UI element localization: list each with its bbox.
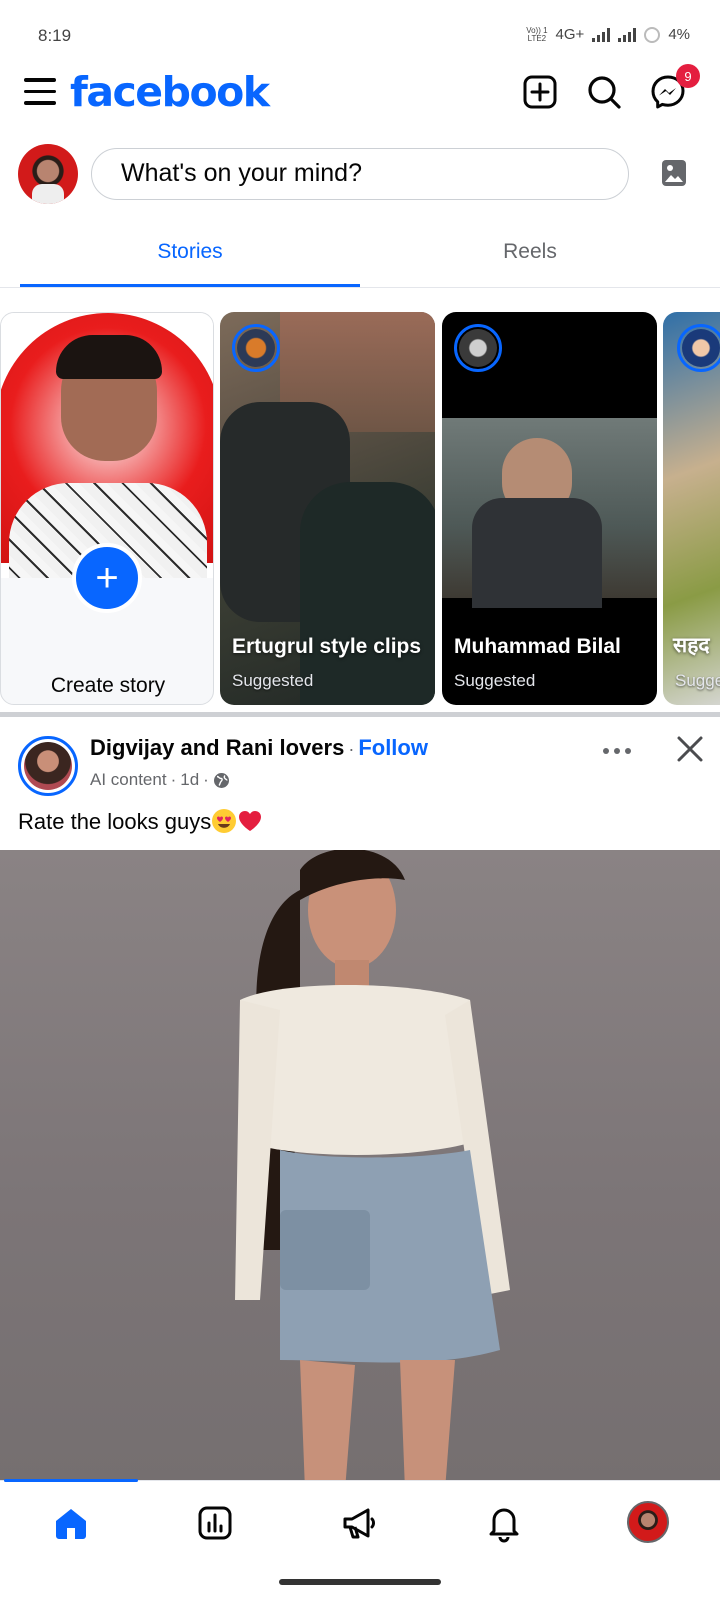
post-time: 1d xyxy=(180,770,200,789)
post-author: Digvijay and Rani lovers · Follow xyxy=(90,735,428,761)
separator: · xyxy=(203,770,209,789)
network-type: 4G+ xyxy=(555,26,585,43)
status-bar: 8:19 Vo)) 1 LTE2 4G+ 4% xyxy=(0,0,720,72)
bell-icon[interactable] xyxy=(484,1503,524,1543)
whats-on-your-mind-input[interactable]: What's on your mind? xyxy=(91,148,629,200)
status-indicators: Vo)) 1 LTE2 4G+ 4% xyxy=(526,26,690,43)
dashboard-icon[interactable] xyxy=(195,1503,235,1543)
story-subtitle: Suggested xyxy=(232,671,314,690)
feed-divider xyxy=(0,712,720,717)
messenger-badge: 9 xyxy=(676,64,700,88)
story-avatar xyxy=(677,324,720,372)
story-avatar xyxy=(454,324,502,372)
add-story-button[interactable]: + xyxy=(72,543,142,613)
page-name[interactable]: Digvijay and Rani lovers xyxy=(90,735,344,760)
post-composer: What's on your mind? xyxy=(0,144,720,204)
status-time: 8:19 xyxy=(38,26,72,45)
separator: · xyxy=(170,770,177,789)
story-subtitle: Sugge xyxy=(675,671,720,690)
home-icon[interactable] xyxy=(51,1503,91,1543)
red-heart-emoji-icon xyxy=(239,811,262,831)
heart-eyes-emoji-icon xyxy=(212,809,237,833)
story-title: Muhammad Bilal xyxy=(454,635,621,658)
story-subtitle: Suggested xyxy=(454,671,536,690)
post-header: Digvijay and Rani lovers · Follow AI conte… xyxy=(0,730,720,800)
bottom-navigation xyxy=(0,1479,720,1564)
post-meta: AI content · 1d · xyxy=(90,770,230,790)
menu-icon[interactable] xyxy=(24,78,56,108)
tab-reels[interactable]: Reels xyxy=(360,240,700,264)
create-story-card[interactable]: + Create story xyxy=(0,312,214,705)
facebook-logo[interactable]: facebook xyxy=(70,68,270,116)
separator: · xyxy=(348,739,355,759)
more-options-icon[interactable] xyxy=(603,744,637,758)
gesture-home-bar[interactable] xyxy=(279,1579,441,1585)
create-story-photo xyxy=(1,313,213,578)
stories-tray: + Create story Ertugrul style clips Sugg… xyxy=(0,312,720,707)
app-header: facebook 9 xyxy=(0,64,720,124)
story-card[interactable]: Muhammad Bilal Suggested xyxy=(442,312,657,705)
messenger-icon[interactable]: 9 xyxy=(648,64,700,112)
create-icon[interactable] xyxy=(520,72,560,112)
feed-tabs: Stories Reels xyxy=(0,228,720,288)
story-avatar xyxy=(232,324,280,372)
profile-avatar[interactable] xyxy=(627,1501,669,1543)
user-avatar[interactable] xyxy=(18,144,78,204)
megaphone-icon[interactable] xyxy=(340,1503,380,1543)
story-card[interactable]: Ertugrul style clips Suggested xyxy=(220,312,435,705)
tab-stories[interactable]: Stories xyxy=(20,240,360,264)
globe-icon xyxy=(213,772,229,788)
active-tab-indicator xyxy=(20,284,360,287)
photo-icon[interactable] xyxy=(659,158,689,188)
ai-content-label[interactable]: AI content xyxy=(90,770,167,790)
post-text: Rate the looks guys xyxy=(18,808,263,835)
signal-icon xyxy=(592,27,611,42)
battery-percent: 4% xyxy=(668,26,690,43)
close-icon[interactable] xyxy=(675,734,705,764)
story-title: Ertugrul style clips xyxy=(232,635,422,658)
volte-indicator: Vo)) 1 LTE2 xyxy=(526,25,548,43)
battery-icon xyxy=(644,26,661,43)
story-card[interactable]: सहद Sugge xyxy=(663,312,720,705)
follow-button[interactable]: Follow xyxy=(358,735,428,760)
post-image[interactable] xyxy=(0,850,720,1482)
story-title: सहद xyxy=(673,634,710,657)
page-avatar[interactable] xyxy=(18,736,78,796)
post-photo xyxy=(235,850,510,1482)
active-nav-indicator xyxy=(4,1479,138,1482)
signal-icon-2 xyxy=(618,27,637,42)
create-story-label: Create story xyxy=(50,674,166,697)
search-icon[interactable] xyxy=(584,72,624,112)
